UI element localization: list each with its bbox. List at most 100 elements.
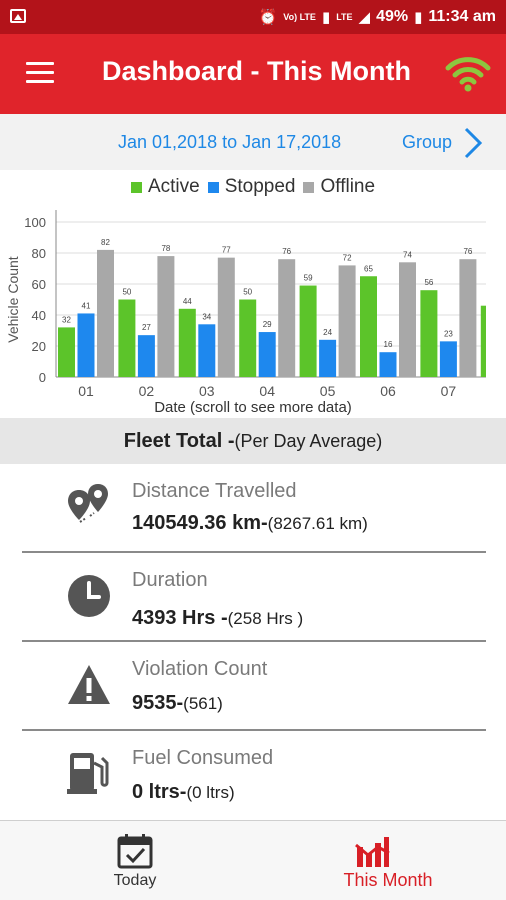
bar-stopped — [379, 352, 397, 377]
data-label: 41 — [82, 301, 91, 310]
y-tick-label: 0 — [39, 370, 46, 385]
metric-fuel: Fuel Consumed 0 ltrs-(0 ltrs) — [22, 731, 486, 820]
metric-total: 0 ltrs- — [132, 781, 187, 803]
alarm-icon: ⏰ — [258, 9, 278, 26]
y-tick-label: 20 — [32, 339, 46, 354]
y-tick-label: 80 — [32, 246, 46, 261]
metric-label: Fuel Consumed — [132, 747, 274, 769]
bar-active-partial — [480, 305, 486, 377]
chevron-right-icon[interactable] — [460, 126, 486, 160]
data-label: 23 — [444, 329, 453, 338]
clock-time: 11:34 am — [428, 8, 496, 25]
bar-active — [299, 285, 317, 377]
data-label: 34 — [202, 312, 211, 321]
data-label: 56 — [424, 278, 433, 287]
status-icons: ⏰ Vo) LTE ▮ LTE ◢ 49% ▮ 11:34 am — [259, 0, 496, 34]
metric-duration: Duration 4393 Hrs -(258 Hrs ) — [22, 553, 486, 642]
data-label: 27 — [142, 323, 151, 332]
calendar-check-icon — [117, 834, 153, 869]
warning-icon — [68, 665, 110, 704]
metric-average: (561) — [183, 694, 223, 713]
sim-icon: ▮ — [321, 9, 331, 26]
x-tick-label: 01 — [78, 383, 94, 399]
y-axis-label: Vehicle Count — [5, 256, 21, 343]
metric-average: (258 Hrs ) — [227, 609, 304, 628]
bar-active — [58, 327, 75, 377]
data-label: 50 — [243, 288, 252, 297]
data-label: 59 — [304, 274, 313, 283]
wifi-icon[interactable] — [444, 54, 492, 94]
data-label: 82 — [101, 238, 110, 247]
bar-active — [420, 290, 438, 377]
bar-offline — [217, 257, 235, 377]
bar-stopped — [198, 324, 216, 377]
x-tick-label: 04 — [259, 383, 275, 399]
chart-canvas: 02 04 06 0 80 100 Vehicle Count Date (scroll to… — [5, 210, 486, 416]
metric-label: Duration — [132, 569, 208, 591]
bottom-navigation: Today This Month — [0, 820, 506, 900]
y-tick-label: 40 — [32, 308, 46, 323]
bar-offline — [459, 259, 477, 377]
data-label: 78 — [161, 244, 170, 253]
nav-today-label: Today — [113, 872, 157, 889]
data-label: 44 — [183, 297, 192, 306]
battery-icon: ▮ — [414, 9, 423, 26]
bar-offline — [338, 265, 356, 377]
metric-value: 4393 Hrs -(258 Hrs ) — [132, 607, 303, 630]
data-label: 77 — [222, 246, 231, 255]
date-range-bar: Jan 01,2018 to Jan 17,2018 Group — [0, 114, 506, 170]
metric-average: (8267.61 km) — [267, 514, 368, 533]
group-button[interactable]: Group — [402, 132, 452, 153]
bar-stopped — [258, 332, 276, 377]
bar-active — [239, 299, 257, 377]
status-bar: ⏰ Vo) LTE ▮ LTE ◢ 49% ▮ 11:34 am — [0, 0, 506, 34]
metric-average: (0 ltrs) — [186, 783, 235, 802]
fleet-total-title: Fleet Total - — [123, 430, 235, 452]
bar-offline — [278, 259, 296, 377]
page-title: Dashboard - This Month — [102, 56, 411, 86]
metric-value: 140549.36 km-(8267.61 km) — [132, 512, 368, 535]
fleet-total-subtitle: (Per Day Average) — [234, 431, 383, 451]
metric-label: Distance Travelled — [132, 480, 297, 502]
nav-today[interactable]: Today — [0, 821, 270, 900]
metric-distance: Distance Travelled 140549.36 km-(8267.61… — [22, 464, 486, 553]
menu-icon[interactable] — [26, 62, 54, 84]
vehicle-count-chart[interactable]: Active Stopped Offline 0 20 40 60 80 100 Vehic… — [0, 170, 506, 418]
x-tick-label: 07 — [441, 383, 457, 399]
y-tick-label: 100 — [24, 215, 46, 230]
bar-offline — [157, 256, 175, 377]
metric-value: 0 ltrs-(0 ltrs) — [132, 781, 235, 804]
app-bar: Dashboard - This Month — [0, 34, 506, 114]
metric-violation: Violation Count 9535-(561) — [22, 642, 486, 731]
x-tick-label: 02 — [139, 383, 155, 399]
battery-percent: 49% — [376, 8, 409, 25]
volte-indicator: Vo) LTE — [283, 11, 316, 22]
bar-stopped — [439, 341, 457, 377]
month-chart-icon — [355, 837, 390, 867]
x-tick-label: 03 — [199, 383, 215, 399]
bar-stopped — [137, 335, 155, 377]
bar-active — [178, 308, 196, 377]
data-label: 76 — [463, 247, 472, 256]
fleet-total-header: Fleet Total -(Per Day Average) — [0, 418, 506, 464]
nav-this-month[interactable]: This Month — [270, 821, 506, 900]
lte-indicator: LTE — [336, 11, 353, 22]
x-tick-label: 05 — [320, 383, 336, 399]
bar-active — [360, 276, 377, 377]
metric-total: 4393 Hrs - — [132, 607, 228, 629]
gallery-notification-icon — [10, 9, 26, 23]
x-tick-label: 06 — [380, 383, 396, 399]
clock-icon — [68, 575, 110, 617]
location-pins-icon — [68, 484, 108, 523]
metric-total: 9535- — [132, 692, 184, 714]
data-label: 32 — [62, 315, 71, 324]
data-label: 16 — [384, 340, 393, 349]
date-range-link[interactable]: Jan 01,2018 to Jan 17,2018 — [118, 132, 341, 153]
x-axis-label: Date (scroll to see more data) — [154, 399, 352, 416]
signal-icon: ◢ — [358, 9, 371, 26]
bar-offline — [97, 249, 114, 377]
data-label: 29 — [263, 320, 272, 329]
data-label: 76 — [282, 247, 291, 256]
data-label: 74 — [403, 250, 412, 259]
metric-total: 140549.36 km- — [132, 512, 268, 534]
